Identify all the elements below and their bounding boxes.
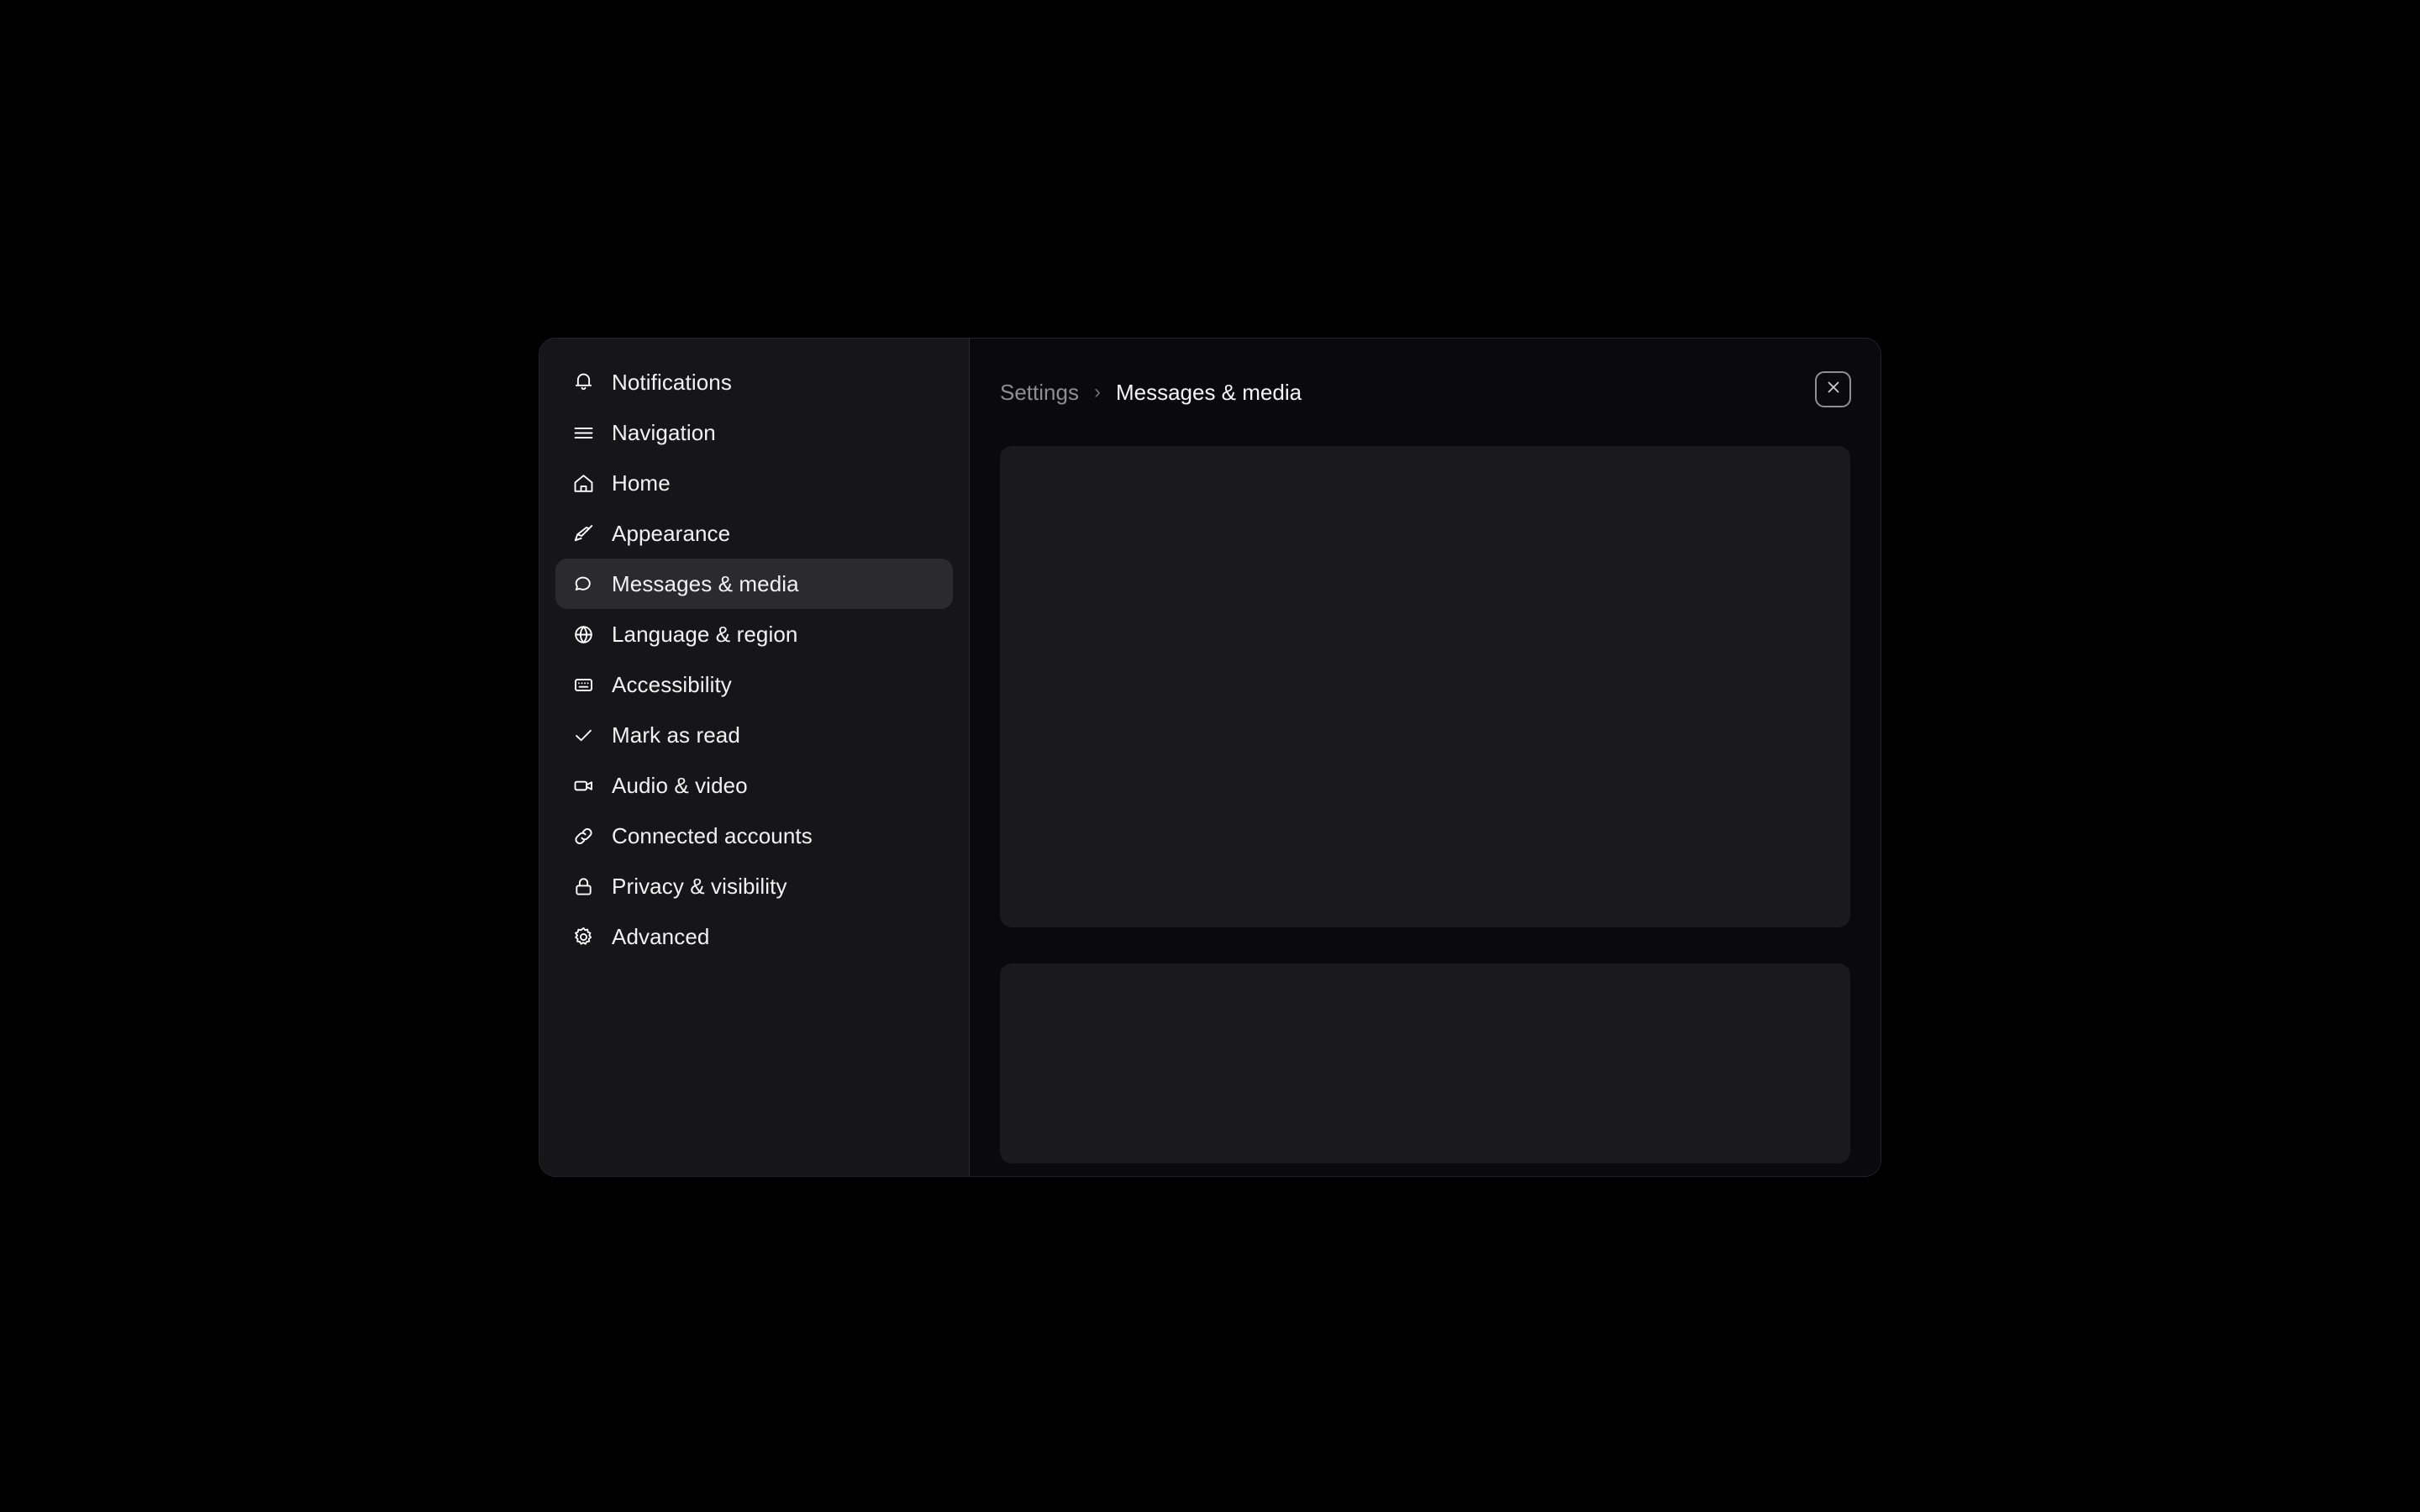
bell-icon: [569, 368, 597, 396]
home-icon: [569, 469, 597, 497]
breadcrumb-item-current: Messages & media: [1115, 379, 1302, 405]
sidebar-item-label: Messages & media: [612, 571, 799, 596]
gear-icon: [569, 922, 597, 951]
settings-header: Settings › Messages & media: [970, 339, 1881, 446]
sidebar-item-home[interactable]: Home: [555, 458, 953, 508]
sidebar-item-label: Audio & video: [612, 773, 748, 798]
paintbrush-icon: [569, 519, 597, 548]
chevron-right-icon: ›: [1093, 381, 1101, 403]
sidebar-item-label: Navigation: [612, 420, 716, 445]
content-panel-primary: [1000, 446, 1850, 927]
link-icon: [569, 822, 597, 850]
sidebar-item-label: Privacy & visibility: [612, 874, 787, 899]
settings-content-area: [970, 446, 1881, 1176]
sidebar-item-navigation[interactable]: Navigation: [555, 407, 953, 458]
sidebar-item-notifications[interactable]: Notifications: [555, 357, 953, 407]
sidebar-item-mark-as-read[interactable]: Mark as read: [555, 710, 953, 760]
content-panel-secondary: [1000, 963, 1850, 1163]
sidebar-item-audio-video[interactable]: Audio & video: [555, 760, 953, 811]
keyboard-icon: [569, 670, 597, 699]
sidebar-item-label: Appearance: [612, 521, 731, 546]
chat-bubble-icon: [569, 570, 597, 598]
video-camera-icon: [569, 771, 597, 800]
sidebar-item-advanced[interactable]: Advanced: [555, 911, 953, 962]
close-icon: [1824, 378, 1843, 401]
sidebar-item-label: Connected accounts: [612, 823, 813, 848]
sidebar-item-privacy-visibility[interactable]: Privacy & visibility: [555, 861, 953, 911]
check-icon: [569, 721, 597, 749]
sidebar-item-label: Home: [612, 470, 671, 496]
menu-icon: [569, 418, 597, 447]
sidebar-item-label: Accessibility: [612, 672, 732, 697]
sidebar-item-language-region[interactable]: Language & region: [555, 609, 953, 659]
close-button[interactable]: [1815, 371, 1851, 407]
globe-icon: [569, 620, 597, 648]
lock-icon: [569, 872, 597, 900]
sidebar-item-label: Mark as read: [612, 722, 740, 748]
sidebar-item-label: Advanced: [612, 924, 710, 949]
breadcrumb: Settings › Messages & media: [1000, 380, 1302, 406]
sidebar-item-appearance[interactable]: Appearance: [555, 508, 953, 559]
sidebar-item-messages-media[interactable]: Messages & media: [555, 559, 953, 609]
settings-dialog: Notifications Navigation Home Appearance Mes…: [539, 338, 1881, 1177]
settings-main-panel: Settings › Messages & media: [970, 339, 1881, 1176]
sidebar-item-label: Notifications: [612, 370, 732, 395]
breadcrumb-item-settings[interactable]: Settings: [1000, 380, 1079, 406]
sidebar-item-accessibility[interactable]: Accessibility: [555, 659, 953, 710]
sidebar-item-label: Language & region: [612, 622, 798, 647]
sidebar-item-connected-accounts[interactable]: Connected accounts: [555, 811, 953, 861]
settings-sidebar: Notifications Navigation Home Appearance Mes…: [539, 339, 970, 1176]
